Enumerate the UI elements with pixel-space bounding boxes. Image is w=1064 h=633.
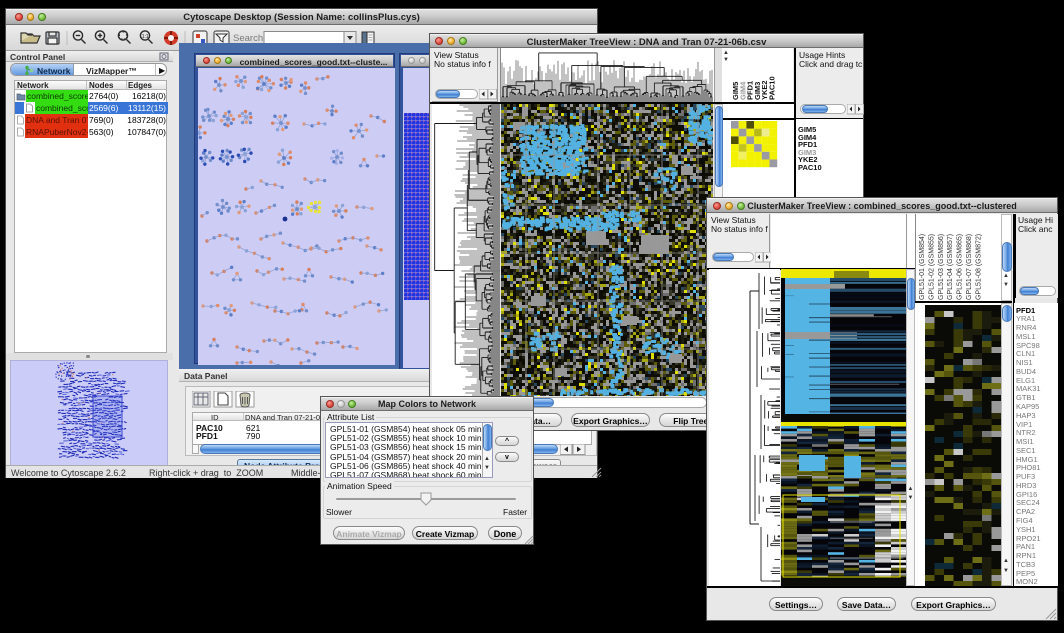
svg-text:GPL51-03 (GSM856): GPL51-03 (GSM856) (938, 234, 945, 300)
svg-text:PAC10: PAC10 (768, 76, 777, 100)
svg-text:GPL51-02 (GSM855): GPL51-02 (GSM855) (928, 234, 935, 300)
svg-text:GPL51-04 (GSM857): GPL51-04 (GSM857) (947, 234, 954, 300)
svg-text:GPL51-01 (GSM854): GPL51-01 (GSM854) (919, 234, 926, 300)
svg-text:GPL51-08 (GSM872): GPL51-08 (GSM872) (975, 234, 982, 300)
svg-text:GPL51-07 (GSM868): GPL51-07 (GSM868) (966, 234, 973, 300)
svg-text:1:1: 1:1 (142, 34, 149, 40)
svg-text:GPL51-06 (GSM865): GPL51-06 (GSM865) (957, 234, 964, 300)
